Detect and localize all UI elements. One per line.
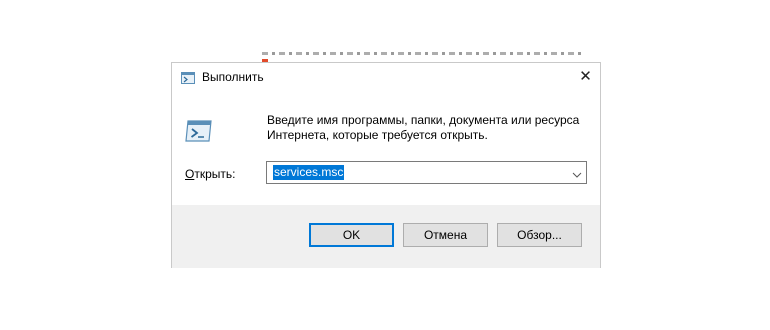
title-bar: Выполнить ✕ xyxy=(172,63,600,92)
ok-button[interactable]: OK xyxy=(309,223,394,247)
open-label-rest: ткрыть: xyxy=(194,167,236,181)
prompt-line-2: Интернета, которые требуется открыть. xyxy=(267,128,488,142)
open-combobox[interactable]: services.msc xyxy=(266,161,587,184)
cancel-button[interactable]: Отмена xyxy=(403,223,488,247)
close-icon: ✕ xyxy=(579,68,592,85)
open-label-accesskey: О xyxy=(185,167,195,181)
prompt-text: Введите имя программы, папки, документа … xyxy=(267,113,597,143)
chevron-down-icon[interactable] xyxy=(572,167,582,178)
open-input-value[interactable]: services.msc xyxy=(273,165,345,180)
dialog-title: Выполнить xyxy=(202,70,264,84)
button-bar: OK Отмена Обзор... xyxy=(172,205,600,268)
open-label: Открыть: xyxy=(185,167,235,182)
close-button[interactable]: ✕ xyxy=(571,63,600,89)
background-partial-text xyxy=(262,42,592,64)
run-app-icon-large xyxy=(185,120,212,142)
run-dialog: Выполнить ✕ Введите имя программы, папки… xyxy=(171,62,601,268)
browse-button[interactable]: Обзор... xyxy=(497,223,582,247)
prompt-line-1: Введите имя программы, папки, документа … xyxy=(267,113,580,127)
run-app-icon xyxy=(181,71,195,84)
